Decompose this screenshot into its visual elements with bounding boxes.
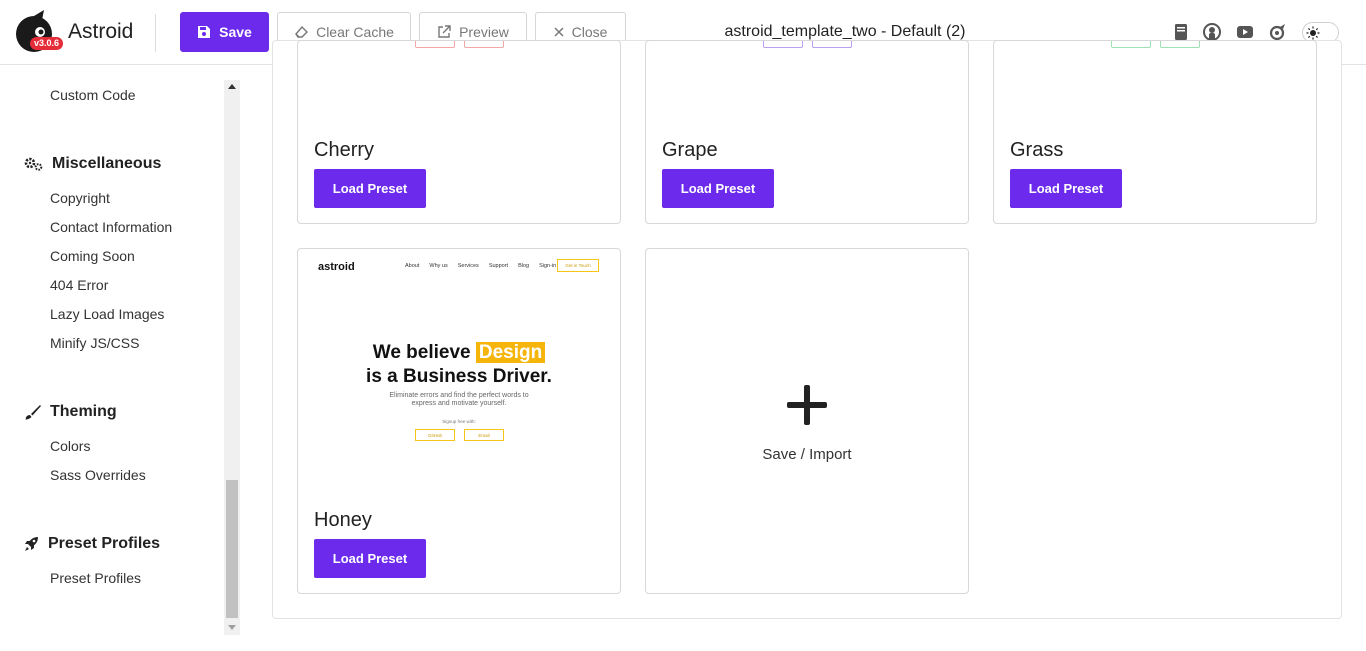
thumb-nav-item: Sign-in (539, 263, 557, 269)
plus-icon (787, 385, 827, 425)
youtube-icon[interactable] (1236, 23, 1254, 41)
thumb-signup-text: Signup free with: (442, 419, 476, 424)
preset-card-grass: Grass Load Preset (993, 40, 1317, 224)
preset-name: Honey (314, 509, 372, 531)
load-preset-button[interactable]: Load Preset (314, 169, 426, 208)
load-preset-button[interactable]: Load Preset (314, 539, 426, 578)
sidebar-item-minify[interactable]: Minify JS/CSS (50, 335, 139, 351)
thumb-nav-item: About (405, 263, 420, 269)
mini-email-button (812, 41, 852, 48)
thumb-email-button: Email (464, 429, 504, 441)
preset-card-cherry: Cherry Load Preset (297, 40, 621, 224)
sidebar-item-custom-code[interactable]: Custom Code (50, 87, 136, 103)
thumb-btn-label: Email (478, 432, 490, 438)
sidebar-item-404-error[interactable]: 404 Error (50, 277, 108, 293)
brush-icon (25, 405, 41, 420)
preview-label: Preview (459, 24, 509, 40)
rocket-icon (25, 537, 38, 551)
astroid-icon[interactable] (1269, 23, 1287, 41)
sidebar-section-preset-profiles: Preset Profiles (24, 535, 160, 553)
preset-name: Grass (1010, 139, 1064, 161)
clear-cache-label: Clear Cache (316, 24, 394, 40)
github-icon[interactable] (1203, 23, 1221, 41)
sidebar-item-preset-profiles[interactable]: Preset Profiles (50, 570, 141, 586)
sidebar-scrollbar[interactable] (224, 80, 240, 635)
scroll-thumb[interactable] (226, 480, 238, 618)
thumb-cta: Get in Touch (557, 259, 599, 272)
floppy-icon (198, 26, 211, 38)
mini-email-button (1160, 41, 1200, 48)
sidebar-item-lazy-load-images[interactable]: Lazy Load Images (50, 306, 164, 322)
sidebar-item-sass-overrides[interactable]: Sass Overrides (50, 467, 146, 483)
mini-github-button (415, 41, 455, 48)
section-title: Theming (50, 403, 117, 420)
preset-thumbnail (646, 41, 968, 101)
thumb-nav-item: Blog (518, 263, 530, 269)
version-badge: v3.0.6 (30, 37, 64, 50)
thumb-nav: About Why us Services Support Blog Sign-… (405, 263, 556, 269)
scroll-up-arrow[interactable] (228, 84, 236, 89)
document-title: astroid_template_two - Default (2) (724, 23, 966, 40)
sidebar-section-miscellaneous: Miscellaneous (24, 155, 161, 173)
thumb-headline-text: We believe (372, 342, 476, 363)
section-title: Preset Profiles (48, 535, 161, 552)
thumb-logo: astroid (318, 261, 355, 273)
eraser-icon (295, 25, 309, 38)
sidebar: Custom Code Miscellaneous Copyright Cont… (0, 66, 224, 651)
thumb-headline-highlight: Design (475, 342, 546, 363)
sidebar-section-theming: Theming (24, 403, 117, 421)
scroll-down-arrow[interactable] (228, 625, 236, 630)
thumb-nav-item: Services (457, 263, 479, 269)
preset-card-honey: astroid About Why us Services Support Bl… (297, 248, 621, 594)
load-preset-button[interactable]: Load Preset (1010, 169, 1122, 208)
gears-icon (24, 157, 43, 171)
preset-thumbnail: astroid About Why us Services Support Bl… (298, 249, 620, 489)
brand-name: Astroid (68, 20, 134, 43)
thumb-github-button: GitHub (415, 429, 455, 441)
thumb-nav-item: Why us (429, 263, 448, 269)
sun-icon (1306, 26, 1320, 40)
mini-github-button (1111, 41, 1151, 48)
load-preset-button[interactable]: Load Preset (662, 169, 774, 208)
sidebar-item-coming-soon[interactable]: Coming Soon (50, 248, 135, 264)
mini-email-button (464, 41, 504, 48)
sidebar-item-contact-information[interactable]: Contact Information (50, 219, 172, 235)
section-title: Miscellaneous (52, 155, 162, 172)
thumb-btn-label: GitHub (427, 432, 442, 438)
close-label: Close (571, 24, 608, 40)
thumb-headline-line2: is a Business Driver. (366, 366, 552, 387)
save-import-label: Save / Import (762, 446, 852, 463)
preset-card-grape: Grape Load Preset (645, 40, 969, 224)
external-link-icon (438, 25, 451, 38)
preset-thumbnail (994, 41, 1316, 101)
thumb-subtitle-line2: express and motivate yourself. (411, 400, 507, 407)
save-import-card[interactable]: Save / Import (645, 248, 969, 594)
preset-thumbnail (298, 41, 620, 101)
thumb-headline-line1: We believe Design (298, 340, 620, 365)
preset-name: Grape (662, 139, 718, 161)
mini-github-button (763, 41, 803, 48)
thumb-subtitle-line1: Eliminate errors and find the perfect wo… (389, 392, 529, 399)
sidebar-item-colors[interactable]: Colors (50, 438, 90, 454)
save-button[interactable]: Save (180, 12, 269, 52)
thumb-nav-item: Support (488, 263, 509, 269)
header-divider (155, 14, 156, 52)
save-label: Save (219, 24, 252, 40)
book-icon[interactable] (1172, 23, 1190, 41)
close-icon (554, 27, 564, 37)
preset-name: Cherry (314, 139, 375, 161)
sidebar-item-copyright[interactable]: Copyright (50, 190, 110, 206)
